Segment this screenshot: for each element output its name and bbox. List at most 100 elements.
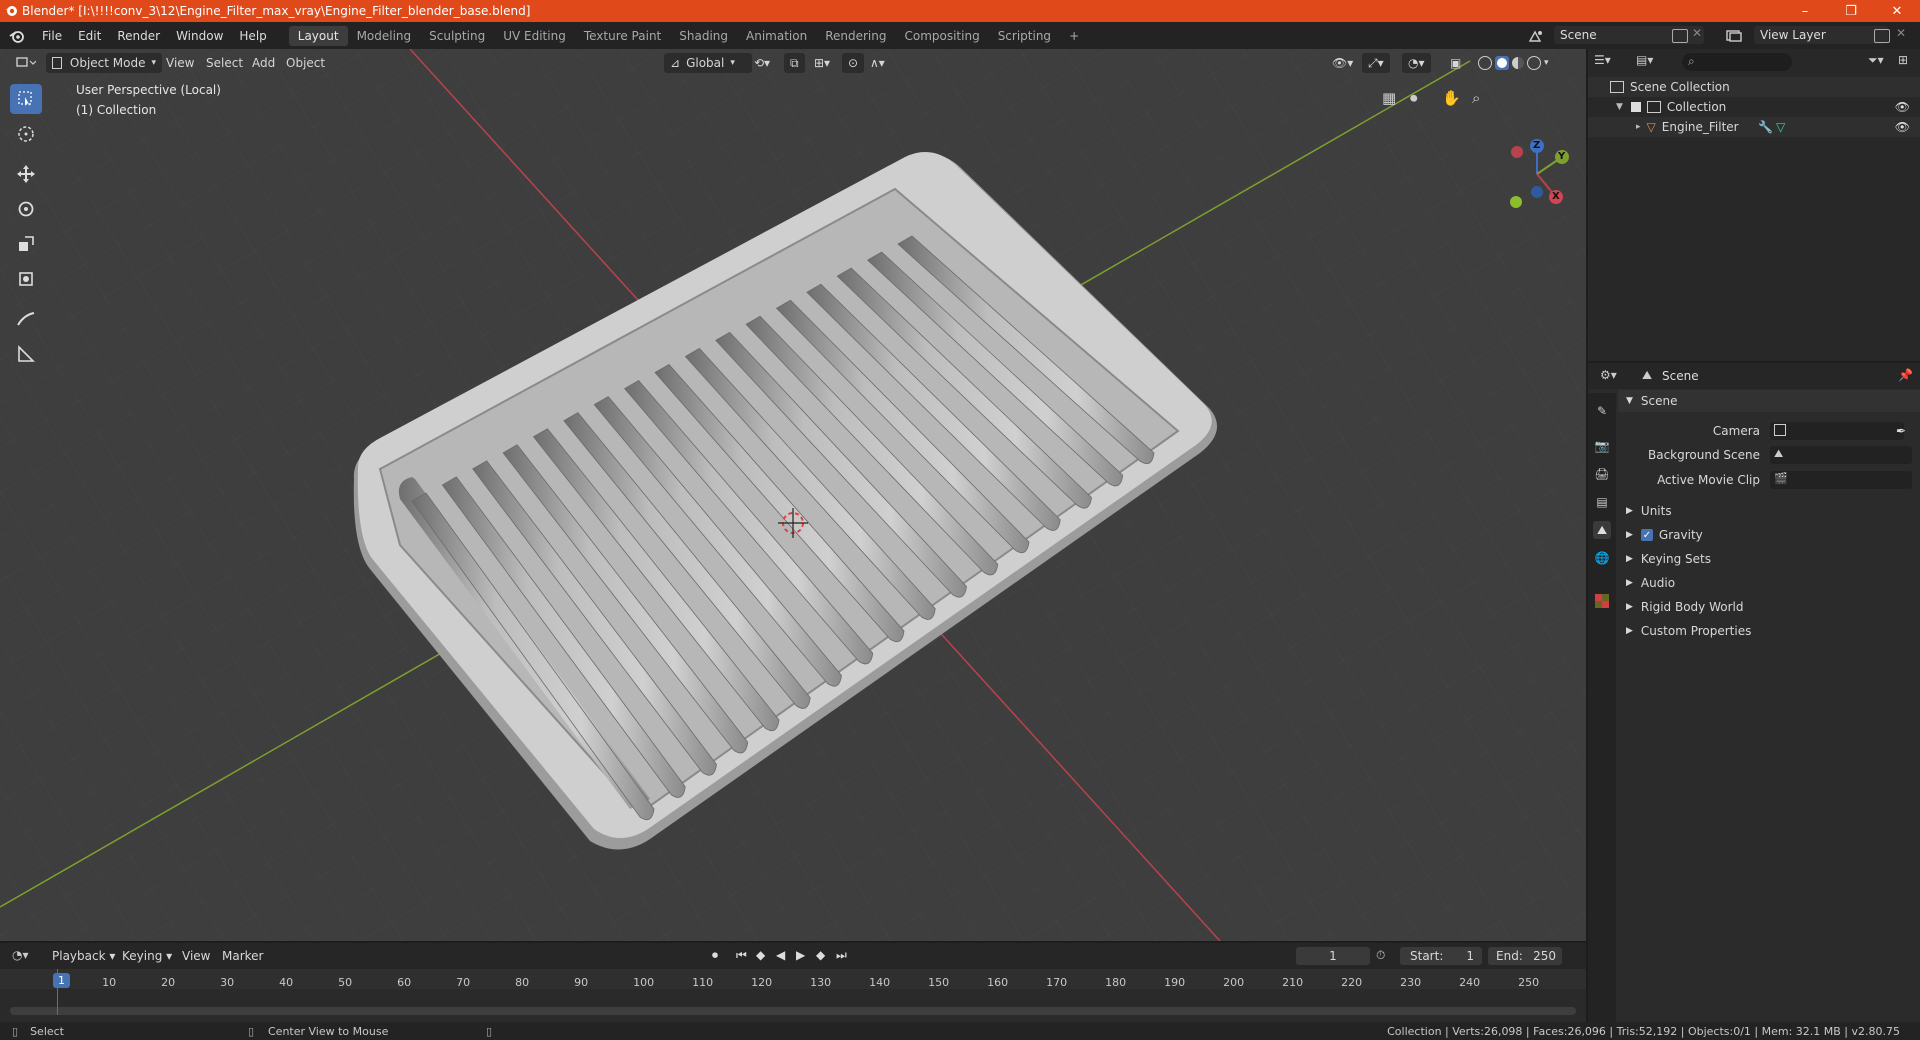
rigid-body-world-section[interactable]: ▶ Rigid Body World — [1618, 596, 1920, 618]
tab-shading[interactable]: Shading — [670, 26, 737, 46]
annotate-tool[interactable] — [10, 304, 42, 334]
material-shading-icon[interactable] — [1512, 57, 1524, 69]
clock-icon[interactable]: ⏱ — [1376, 948, 1385, 963]
pan-view-icon[interactable]: ✋ — [1442, 89, 1461, 107]
tab-scripting[interactable]: Scripting — [989, 26, 1060, 46]
transform-orientation-dropdown[interactable]: ⊿ Global ▾ — [664, 53, 752, 73]
eye-icon[interactable]: 👁 — [1895, 120, 1910, 134]
mesh-data-icon[interactable]: ▽ — [1776, 120, 1785, 134]
measure-tool[interactable] — [10, 339, 42, 369]
properties-editor-type-icon[interactable]: ⚙▾ — [1600, 368, 1617, 382]
timeline-editor-type-icon[interactable]: ◔▾ — [12, 948, 29, 962]
background-scene-field[interactable]: ⛰ — [1770, 446, 1912, 464]
new-collection-icon[interactable]: ⊞ — [1898, 53, 1908, 67]
tab-uv-editing[interactable]: UV Editing — [494, 26, 575, 46]
timeline-menu-view[interactable]: View — [182, 949, 210, 963]
modifier-wrench-icon[interactable]: 🔧 — [1758, 120, 1773, 134]
gravity-checkbox[interactable]: ✓ — [1640, 529, 1653, 541]
viewport-menu-object[interactable]: Object — [280, 53, 331, 73]
display-mode-icon[interactable]: ▤▾ — [1636, 53, 1653, 67]
tab-texture-paint[interactable]: Texture Paint — [575, 26, 670, 46]
toggle-grid-view-icon[interactable]: ▦ — [1382, 89, 1396, 107]
add-workspace-button[interactable]: + — [1060, 26, 1088, 46]
jump-end-icon[interactable]: ⏭ — [836, 948, 847, 963]
scale-tool[interactable] — [10, 229, 42, 259]
start-frame-field[interactable]: Start: 1 — [1400, 947, 1482, 965]
collection-checkbox-icon[interactable] — [1630, 102, 1641, 112]
play-icon[interactable]: ▶ — [796, 948, 805, 962]
gizmo-toggle-icon[interactable]: ⤢▾ — [1362, 53, 1390, 73]
falloff-icon[interactable]: ∧▾ — [864, 53, 891, 73]
render-tab-icon[interactable]: 📷 — [1593, 437, 1611, 455]
viewport-menu-view[interactable]: View — [160, 53, 200, 73]
tab-modeling[interactable]: Modeling — [348, 26, 421, 46]
outliner-row-engine-filter[interactable]: ▸ ▽ Engine_Filter 🔧 ▽ 👁 — [1588, 117, 1920, 137]
close-button[interactable]: ✕ — [1874, 0, 1920, 22]
keying-sets-section[interactable]: ▶ Keying Sets — [1618, 548, 1920, 570]
timeline-scrollbar[interactable] — [10, 1007, 1576, 1015]
cursor-tool[interactable] — [10, 119, 42, 149]
new-view-layer-icon[interactable] — [1874, 29, 1890, 43]
new-scene-icon[interactable] — [1672, 29, 1688, 43]
menu-help[interactable]: Help — [231, 29, 274, 43]
current-frame-field[interactable]: 1 — [1296, 947, 1370, 965]
object-mode-dropdown[interactable]: Object Mode ▾ — [46, 53, 162, 73]
filter-icon[interactable]: ⏷▾ — [1868, 53, 1884, 68]
timeline-menu-marker[interactable]: Marker — [222, 949, 263, 963]
snap-toggle-icon[interactable]: ⧉ — [784, 53, 805, 73]
delete-scene-icon[interactable]: ✕ — [1692, 26, 1702, 40]
minimize-button[interactable]: – — [1782, 0, 1828, 22]
play-reverse-icon[interactable]: ◀ — [776, 948, 785, 962]
viewport-menu-add[interactable]: Add — [246, 53, 281, 73]
custom-properties-section[interactable]: ▶ Custom Properties — [1618, 620, 1920, 642]
gizmo-x-label[interactable]: X — [1552, 191, 1560, 202]
jump-start-icon[interactable]: ⏮ — [736, 948, 747, 963]
audio-section[interactable]: ▶ Audio — [1618, 572, 1920, 594]
world-tab-icon[interactable]: 🌐 — [1593, 549, 1611, 567]
move-tool[interactable] — [10, 159, 42, 189]
scene-selector-icon[interactable] — [1524, 27, 1548, 45]
pin-icon[interactable]: 📌 — [1898, 368, 1913, 382]
3d-viewport[interactable]: Z Y X Object Mode ▾ View Select Add Obje… — [0, 49, 1586, 941]
menu-render[interactable]: Render — [109, 29, 168, 43]
rendered-shading-icon[interactable] — [1527, 56, 1541, 70]
tab-compositing[interactable]: Compositing — [895, 26, 988, 46]
units-section[interactable]: ▶ Units — [1618, 500, 1920, 522]
eyedropper-icon[interactable]: ✒ — [1896, 424, 1906, 438]
zoom-view-icon[interactable]: ⌕ — [1472, 89, 1480, 107]
tool-tab-icon[interactable]: ✎ — [1593, 402, 1611, 420]
menu-window[interactable]: Window — [168, 29, 231, 43]
maximize-button[interactable]: ❐ — [1828, 0, 1874, 22]
tab-rendering[interactable]: Rendering — [816, 26, 895, 46]
outliner-row-scene-collection[interactable]: Scene Collection — [1588, 77, 1920, 97]
tab-layout[interactable]: Layout — [288, 25, 348, 46]
texture-tab-icon[interactable] — [1593, 592, 1611, 610]
view-layer-tab-icon[interactable]: ▤ — [1593, 493, 1611, 511]
editor-type-button[interactable] — [10, 53, 42, 73]
timeline-menu-playback[interactable]: Playback ▾ — [52, 949, 115, 963]
proportional-edit-icon[interactable]: ⊙ — [842, 53, 865, 73]
menu-edit[interactable]: Edit — [70, 29, 109, 43]
gravity-section[interactable]: ▶ ✓ Gravity — [1618, 524, 1920, 546]
pivot-point-icon[interactable]: ⟲▾ — [748, 53, 776, 73]
wireframe-shading-icon[interactable] — [1478, 56, 1492, 70]
scene-tab-icon[interactable]: ⛰ — [1593, 521, 1611, 539]
rotate-tool[interactable] — [10, 194, 42, 224]
active-movie-clip-field[interactable]: 🎬 — [1770, 471, 1912, 489]
tab-animation[interactable]: Animation — [737, 26, 816, 46]
snap-target-icon[interactable]: ⊞▾ — [808, 53, 836, 73]
viewport-menu-select[interactable]: Select — [200, 53, 249, 73]
timeline-menu-keying[interactable]: Keying ▾ — [122, 949, 172, 963]
view-layer-icon[interactable] — [1724, 27, 1744, 45]
tab-sculpting[interactable]: Sculpting — [420, 26, 494, 46]
overlay-toggle-icon[interactable]: ◔▾ — [1402, 53, 1431, 73]
blender-menu-icon[interactable] — [0, 29, 34, 43]
outliner-row-collection[interactable]: ▼ Collection 👁 — [1588, 97, 1920, 117]
chevron-down-icon[interactable]: ▾ — [1544, 58, 1549, 68]
outliner-editor-type-icon[interactable]: ☰▾ — [1594, 53, 1611, 67]
select-box-tool[interactable] — [10, 84, 42, 114]
outliner-search-input[interactable]: ⌕ — [1682, 53, 1792, 71]
expand-arrow-icon[interactable]: ▸ — [1636, 122, 1641, 132]
transform-tool[interactable] — [10, 264, 42, 294]
menu-file[interactable]: File — [34, 29, 70, 43]
